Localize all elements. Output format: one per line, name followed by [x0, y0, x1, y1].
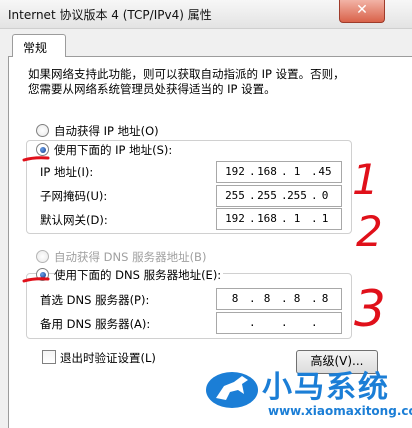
subnet-label: 子网掩码(U): — [40, 189, 108, 203]
subnet-octet-3: 255 — [287, 189, 307, 202]
validate-on-exit-checkbox[interactable] — [42, 350, 56, 364]
ip-octet-4: 45 — [318, 165, 332, 178]
subnet-octet-4: 0 — [321, 189, 329, 202]
ip-auto-radio[interactable] — [36, 124, 49, 137]
ip-octet-1: 192 — [225, 165, 245, 178]
window-title: Internet 协议版本 4 (TCP/IPv4) 属性 — [8, 8, 212, 22]
ip-octet-2: 168 — [257, 165, 277, 178]
ip-manual-label: 使用下面的 IP 地址(S): — [54, 142, 175, 158]
dns-auto-radio[interactable] — [36, 250, 49, 263]
title-bar: Internet 协议版本 4 (TCP/IPv4) 属性 ✕ — [0, 0, 412, 29]
watermark-url: www.xiaomaxitong.com — [268, 404, 412, 418]
watermark-brand: 小马系统 — [262, 370, 390, 405]
tab-general[interactable]: 常规 — [12, 34, 66, 57]
gateway-label: 默认网关(D): — [40, 213, 108, 227]
subnet-octet-2: 255 — [257, 189, 277, 202]
horse-logo — [206, 372, 258, 408]
description-line-1: 如果网络支持此功能，则可以获取自动指派的 IP 设置。否则， — [28, 67, 345, 81]
gateway-octet-2: 168 — [257, 212, 277, 225]
close-icon: ✕ — [356, 2, 368, 18]
close-button[interactable]: ✕ — [339, 0, 385, 23]
ip-manual-radio[interactable] — [36, 143, 49, 156]
preferred-dns-octet-3: 8 — [293, 292, 301, 305]
ip-octet-3: 1 — [293, 165, 301, 178]
validate-on-exit-label: 退出时验证设置(L) — [60, 351, 156, 365]
gateway-octet-1: 192 — [225, 212, 245, 225]
subnet-octet-1: 255 — [225, 189, 245, 202]
gateway-octet-4: 1 — [321, 212, 329, 225]
dns-manual-label: 使用下面的 DNS 服务器地址(E): — [54, 267, 224, 283]
dns-auto-label: 自动获得 DNS 服务器地址(B) — [54, 250, 207, 264]
tab-general-label: 常规 — [23, 41, 48, 55]
preferred-dns-label: 首选 DNS 服务器(P): — [40, 293, 150, 307]
preferred-dns-octet-2: 8 — [263, 292, 271, 305]
preferred-dns-octet-4: 8 — [321, 292, 329, 305]
alternate-dns-label: 备用 DNS 服务器(A): — [40, 317, 151, 331]
preferred-dns-octet-1: 8 — [231, 292, 239, 305]
preferred-dns-field[interactable]: 8. 8. 8. 8 — [216, 288, 342, 310]
ip-auto-label: 自动获得 IP 地址(O) — [54, 124, 159, 138]
dns-manual-radio[interactable] — [36, 268, 49, 281]
subnet-field[interactable]: 255. 255. 255. 0 — [216, 185, 342, 207]
ip-address-field[interactable]: 192. 168. 1. 45 — [216, 161, 342, 183]
gateway-field[interactable]: 192. 168. 1. 1 — [216, 208, 342, 230]
description-line-2: 您需要从网络系统管理员处获得适当的 IP 设置。 — [28, 82, 276, 96]
alternate-dns-field[interactable]: ... — [216, 312, 342, 334]
description-text: 如果网络支持此功能，则可以获取自动指派的 IP 设置。否则， 您需要从网络系统管… — [28, 67, 358, 97]
ip-address-label: IP 地址(I): — [40, 165, 94, 179]
gateway-octet-3: 1 — [293, 212, 301, 225]
